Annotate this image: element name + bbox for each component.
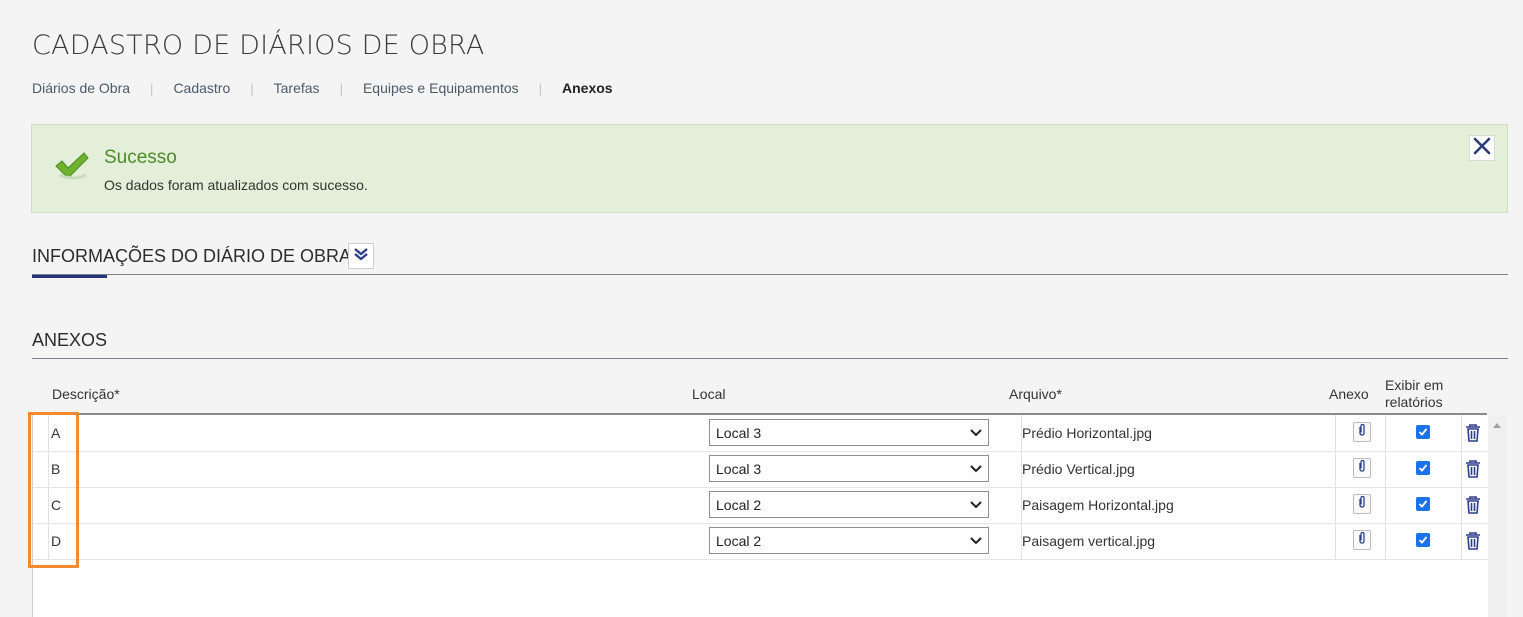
chevron-down-icon (969, 462, 983, 479)
breadcrumb-tarefas[interactable]: Tarefas (274, 80, 320, 96)
column-header-anexo: Anexo (1329, 386, 1369, 402)
double-chevron-down-icon (353, 246, 369, 267)
column-divider (1335, 523, 1336, 559)
column-header-arquivo: Arquivo* (1009, 386, 1062, 402)
local-select[interactable]: Local 2 (709, 527, 989, 554)
trash-icon[interactable] (1465, 424, 1481, 447)
alert-title: Sucesso (104, 147, 177, 168)
trash-icon[interactable] (1465, 532, 1481, 555)
breadcrumb-cadastro[interactable]: Cadastro (173, 80, 230, 96)
anexos-table-header: Descrição* Local Arquivo* Anexo Exibir e… (32, 376, 1487, 414)
info-section-divider (32, 274, 1508, 275)
check-icon (54, 151, 90, 186)
descricao-cell[interactable]: B (51, 451, 60, 487)
anexos-section-title: ANEXOS (32, 330, 108, 350)
column-divider (1385, 487, 1386, 523)
breadcrumb-separator: | (538, 80, 543, 96)
page-title: CADASTRO DE DIÁRIOS DE OBRA (32, 30, 485, 61)
paperclip-icon (1357, 423, 1367, 442)
exibir-checkbox[interactable] (1416, 497, 1430, 511)
breadcrumb-separator: | (339, 80, 343, 96)
column-divider (1335, 415, 1336, 451)
column-divider (48, 451, 49, 487)
table-row: C Local 2 Paisagem Horizontal.jpg (33, 487, 1489, 524)
table-row: A Local 3 Prédio Horizontal.jpg (33, 415, 1489, 452)
alert-message: Os dados foram atualizados com sucesso. (104, 177, 368, 193)
column-divider (1335, 487, 1336, 523)
info-section-title: INFORMAÇÕES DO DIÁRIO DE OBRA (32, 246, 352, 266)
column-header-exibir-em-relatorios: Exibir em relatórios (1385, 377, 1444, 410)
attachment-button[interactable] (1353, 422, 1371, 442)
exibir-checkbox[interactable] (1416, 425, 1430, 439)
column-divider (48, 487, 49, 523)
column-divider (1335, 451, 1336, 487)
local-select-value: Local 3 (716, 424, 762, 441)
paperclip-icon (1357, 459, 1367, 478)
descricao-cell[interactable]: C (51, 487, 61, 523)
chevron-down-icon (969, 498, 983, 515)
column-header-descricao: Descrição* (52, 386, 120, 402)
attachment-button[interactable] (1353, 458, 1371, 478)
close-alert-button[interactable] (1469, 135, 1495, 161)
column-divider (1385, 523, 1386, 559)
column-divider (1461, 415, 1462, 451)
chevron-down-icon (969, 426, 983, 443)
breadcrumb-diarios-de-obra[interactable]: Diários de Obra (32, 80, 130, 96)
table-row: B Local 3 Prédio Vertical.jpg (33, 451, 1489, 488)
local-select[interactable]: Local 2 (709, 491, 989, 518)
paperclip-icon (1357, 531, 1367, 550)
breadcrumb-equipes-e-equipamentos[interactable]: Equipes e Equipamentos (363, 80, 519, 96)
table-scrollbar[interactable] (1488, 415, 1507, 617)
column-divider (48, 415, 49, 451)
descricao-cell[interactable]: A (51, 415, 60, 451)
trash-icon[interactable] (1465, 460, 1481, 483)
column-divider (1385, 451, 1386, 487)
arquivo-cell: Prédio Vertical.jpg (1022, 461, 1135, 477)
local-select[interactable]: Local 3 (709, 419, 989, 446)
column-header-local: Local (692, 386, 726, 402)
expand-info-button[interactable] (348, 243, 374, 269)
arquivo-cell: Paisagem vertical.jpg (1022, 533, 1156, 549)
anexos-table-body: A Local 3 Prédio Horizontal.jpg B Local … (32, 415, 1489, 617)
breadcrumb-separator: | (250, 80, 254, 96)
trash-icon[interactable] (1465, 496, 1481, 519)
exibir-checkbox[interactable] (1416, 461, 1430, 475)
breadcrumb-separator: | (150, 80, 154, 96)
attachment-button[interactable] (1353, 494, 1371, 514)
attachment-button[interactable] (1353, 530, 1371, 550)
close-icon (1472, 136, 1492, 161)
column-divider (48, 523, 49, 559)
info-section-accent (32, 275, 107, 278)
descricao-cell[interactable]: D (51, 523, 61, 559)
column-divider (1385, 415, 1386, 451)
breadcrumb: Diários de Obra | Cadastro | Tarefas | E… (32, 80, 613, 96)
local-select-value: Local 3 (716, 460, 762, 477)
column-divider (1461, 523, 1462, 559)
column-divider (1461, 451, 1462, 487)
chevron-down-icon (969, 534, 983, 551)
local-select[interactable]: Local 3 (709, 455, 989, 482)
arquivo-cell: Prédio Horizontal.jpg (1022, 425, 1152, 441)
arquivo-cell: Paisagem Horizontal.jpg (1022, 497, 1174, 513)
scroll-up-arrow-icon[interactable] (1493, 423, 1501, 428)
local-select-value: Local 2 (716, 496, 762, 513)
paperclip-icon (1357, 495, 1367, 514)
exibir-checkbox[interactable] (1416, 533, 1430, 547)
table-row: D Local 2 Paisagem vertical.jpg (33, 523, 1489, 560)
breadcrumb-anexos: Anexos (562, 80, 613, 96)
success-alert: Sucesso Os dados foram atualizados com s… (31, 124, 1508, 213)
local-select-value: Local 2 (716, 532, 762, 549)
column-divider (1461, 487, 1462, 523)
anexos-section-divider (32, 358, 1508, 359)
